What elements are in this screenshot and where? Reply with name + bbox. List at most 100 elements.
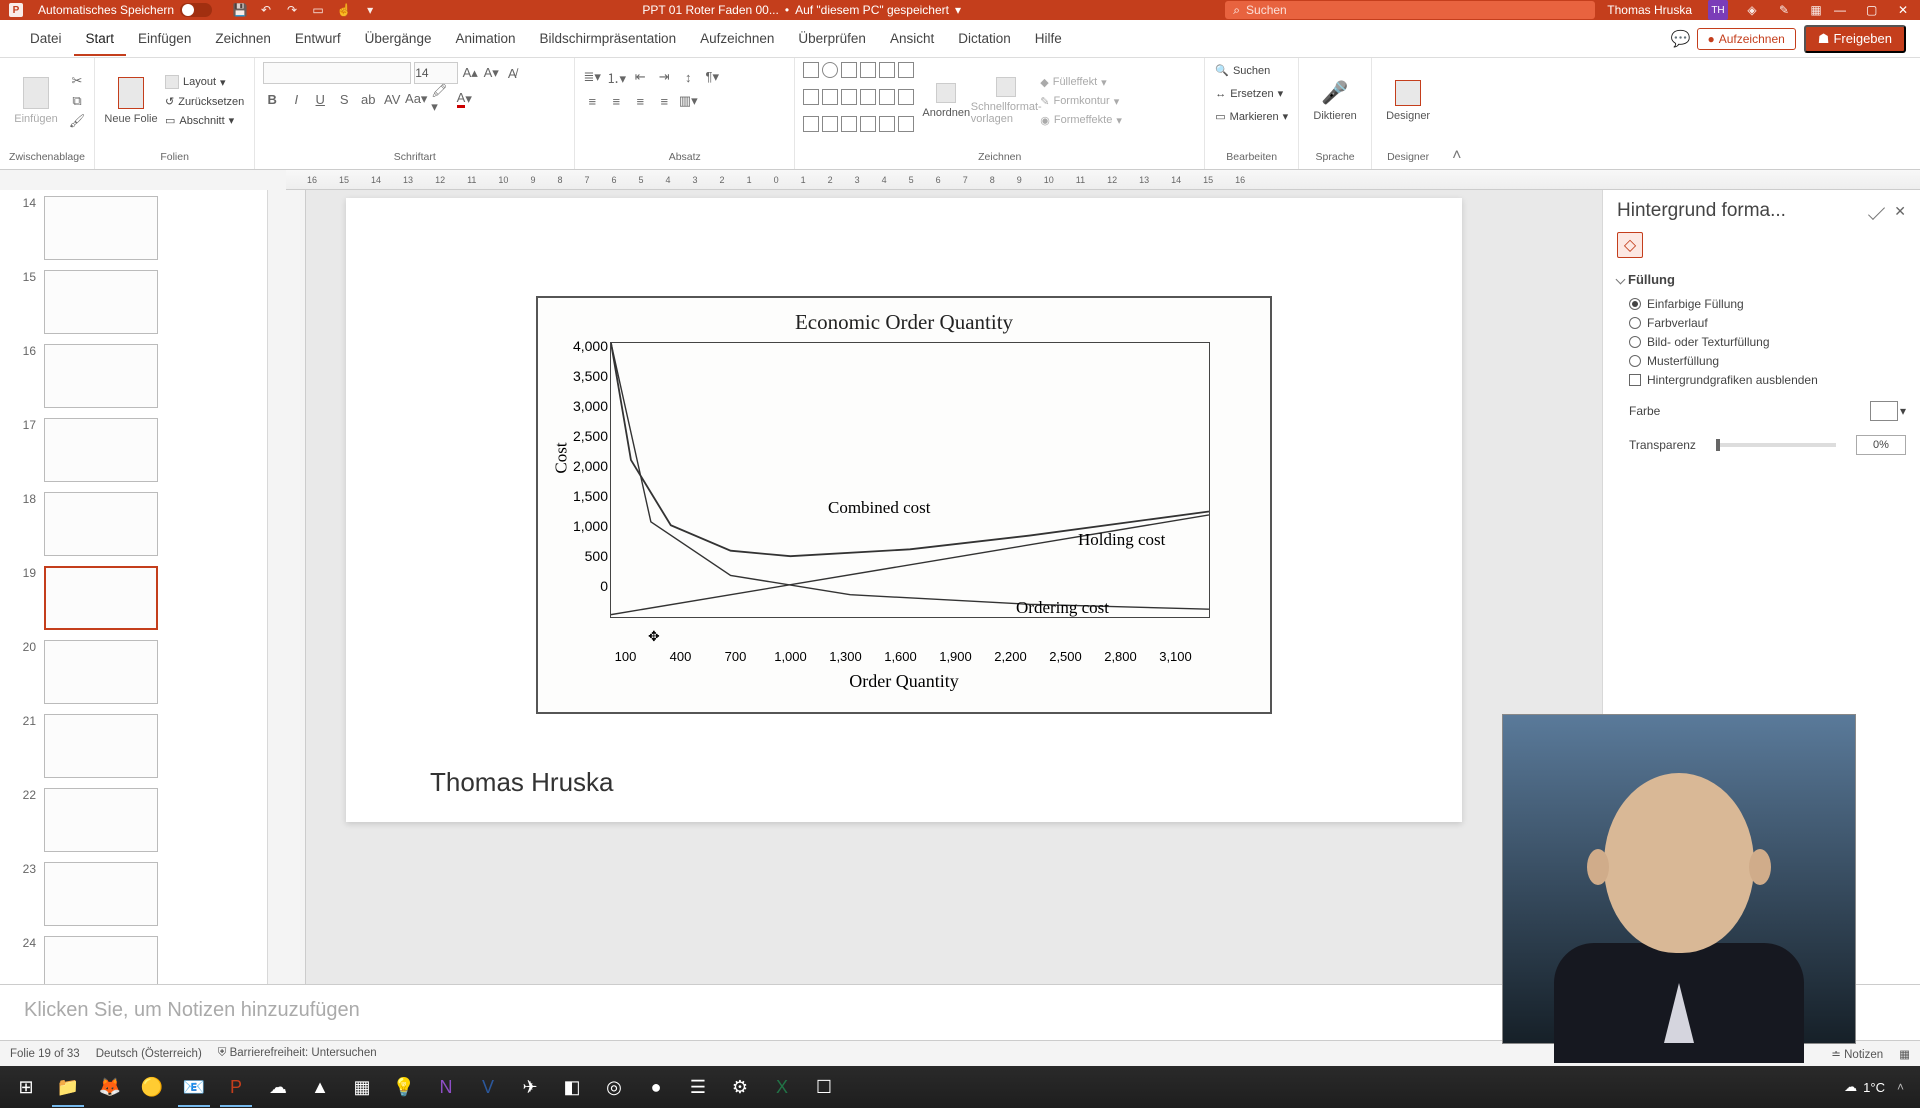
- strike-icon[interactable]: S: [335, 90, 353, 108]
- opt-picture-fill[interactable]: Bild- oder Texturfüllung: [1629, 335, 1906, 349]
- task-powerpoint[interactable]: P: [216, 1067, 256, 1107]
- task-firefox[interactable]: 🦊: [90, 1067, 130, 1107]
- underline-icon[interactable]: U: [311, 90, 329, 108]
- tab-datei[interactable]: Datei: [18, 21, 74, 56]
- outdent-icon[interactable]: ⇤: [631, 68, 649, 86]
- opt-gradient-fill[interactable]: Farbverlauf: [1629, 316, 1906, 330]
- task-app-3[interactable]: 💡: [384, 1067, 424, 1107]
- task-visio[interactable]: V: [468, 1067, 508, 1107]
- fill-tab-icon[interactable]: ◇: [1617, 232, 1643, 258]
- thumb-23[interactable]: 23: [16, 862, 251, 926]
- clear-format-icon[interactable]: A̸: [503, 64, 521, 82]
- paste-button[interactable]: Einfügen: [8, 62, 64, 140]
- pen-icon[interactable]: ✎: [1776, 2, 1792, 18]
- search-box[interactable]: ⌕: [1225, 1, 1595, 19]
- notes-toggle[interactable]: ≐ Notizen: [1831, 1047, 1883, 1061]
- italic-icon[interactable]: I: [287, 90, 305, 108]
- comments-icon[interactable]: 💬: [1673, 31, 1689, 47]
- tab-ansicht[interactable]: Ansicht: [878, 21, 946, 56]
- dictate-button[interactable]: 🎤Diktieren: [1307, 62, 1363, 140]
- grow-font-icon[interactable]: A▴: [461, 64, 479, 82]
- start-button[interactable]: ⊞: [6, 1067, 46, 1107]
- arrange-button[interactable]: Anordnen: [918, 62, 974, 140]
- user-name[interactable]: Thomas Hruska: [1607, 3, 1692, 17]
- chart-image[interactable]: Economic Order Quantity Cost 4,0003,5003…: [536, 296, 1272, 714]
- task-app-5[interactable]: ●: [636, 1067, 676, 1107]
- thumb-15[interactable]: 15: [16, 270, 251, 334]
- slide-canvas[interactable]: Economic Order Quantity Cost 4,0003,5003…: [346, 198, 1462, 822]
- close-button[interactable]: ✕: [1898, 3, 1912, 17]
- quickstyles-button[interactable]: Schnellformat-vorlagen: [978, 62, 1034, 140]
- overflow-icon[interactable]: ▾: [362, 2, 378, 18]
- thumb-20[interactable]: 20: [16, 640, 251, 704]
- task-vlc[interactable]: ▲: [300, 1067, 340, 1107]
- opt-solid-fill[interactable]: Einfarbige Füllung: [1629, 297, 1906, 311]
- font-size-input[interactable]: [414, 62, 458, 84]
- slide-counter[interactable]: Folie 19 of 33: [10, 1048, 80, 1060]
- weather-widget[interactable]: ☁ 1°C: [1844, 1079, 1885, 1095]
- spacing-icon[interactable]: AV: [383, 90, 401, 108]
- transparency-value[interactable]: 0%: [1856, 435, 1906, 455]
- layout-button[interactable]: Layout ▾: [163, 73, 246, 91]
- thumb-14[interactable]: 14: [16, 196, 251, 260]
- slideshow-icon[interactable]: ▭: [310, 2, 326, 18]
- task-app-2[interactable]: ▦: [342, 1067, 382, 1107]
- bullets-icon[interactable]: ≣▾: [583, 68, 601, 86]
- task-explorer[interactable]: 📁: [48, 1067, 88, 1107]
- maximize-button[interactable]: ▢: [1866, 3, 1880, 17]
- align-left-icon[interactable]: ≡: [583, 92, 601, 110]
- user-avatar[interactable]: TH: [1708, 0, 1728, 20]
- tab-überprüfen[interactable]: Überprüfen: [786, 21, 878, 56]
- task-app-1[interactable]: ☁: [258, 1067, 298, 1107]
- thumb-18[interactable]: 18: [16, 492, 251, 556]
- collapse-ribbon-icon[interactable]: ˄: [1444, 143, 1469, 169]
- fill-section[interactable]: Füllung: [1617, 272, 1906, 287]
- tab-hilfe[interactable]: Hilfe: [1023, 21, 1074, 56]
- shadow-icon[interactable]: ab: [359, 90, 377, 108]
- align-center-icon[interactable]: ≡: [607, 92, 625, 110]
- tab-aufzeichnen[interactable]: Aufzeichnen: [688, 21, 786, 56]
- thumb-16[interactable]: 16: [16, 344, 251, 408]
- task-excel[interactable]: X: [762, 1067, 802, 1107]
- undo-icon[interactable]: ↶: [258, 2, 274, 18]
- select-button[interactable]: ▭ Markieren ▾: [1213, 108, 1290, 125]
- redo-icon[interactable]: ↷: [284, 2, 300, 18]
- case-icon[interactable]: Aa▾: [407, 90, 425, 108]
- bold-icon[interactable]: B: [263, 90, 281, 108]
- transparency-slider[interactable]: [1716, 443, 1836, 447]
- font-name-input[interactable]: [263, 62, 411, 84]
- reset-button[interactable]: ↺Zurücksetzen: [163, 93, 246, 110]
- tab-bildschirmpräsentation[interactable]: Bildschirmpräsentation: [528, 21, 689, 56]
- tab-übergänge[interactable]: Übergänge: [353, 21, 444, 56]
- task-chrome[interactable]: 🟡: [132, 1067, 172, 1107]
- shapes-gallery[interactable]: [803, 62, 914, 140]
- shapefill-button[interactable]: ◆ Fülleffekt ▾: [1038, 74, 1124, 91]
- minimize-button[interactable]: —: [1834, 3, 1848, 17]
- tab-einfügen[interactable]: Einfügen: [126, 21, 203, 56]
- tab-entwurf[interactable]: Entwurf: [283, 21, 353, 56]
- numbers-icon[interactable]: ⒈▾: [607, 68, 625, 86]
- share-button[interactable]: ☗Freigeben: [1804, 25, 1906, 53]
- thumb-22[interactable]: 22: [16, 788, 251, 852]
- replace-button[interactable]: ↔ Ersetzen ▾: [1213, 85, 1290, 102]
- diamond-icon[interactable]: ◈: [1744, 2, 1760, 18]
- shapeeffects-button[interactable]: ◉ Formeffekte ▾: [1038, 112, 1124, 129]
- a11y-status[interactable]: ⛨ Barrierefreiheit: Untersuchen: [218, 1047, 377, 1060]
- find-button[interactable]: 🔍 Suchen: [1213, 62, 1290, 79]
- calendar-icon[interactable]: ▦: [1808, 2, 1824, 18]
- tab-animation[interactable]: Animation: [443, 21, 527, 56]
- linespace-icon[interactable]: ↕: [679, 68, 697, 86]
- slide-thumbnails[interactable]: 1415161718192021222324: [0, 190, 268, 984]
- tab-dictation[interactable]: Dictation: [946, 21, 1023, 56]
- align-right-icon[interactable]: ≡: [631, 92, 649, 110]
- view-normal-icon[interactable]: ▦: [1899, 1047, 1910, 1061]
- task-telegram[interactable]: ✈: [510, 1067, 550, 1107]
- tray-chevron-icon[interactable]: ˄: [1897, 1080, 1904, 1094]
- text-dir-icon[interactable]: ¶▾: [703, 68, 721, 86]
- task-obs[interactable]: ◎: [594, 1067, 634, 1107]
- format-painter-icon[interactable]: 🖌: [68, 112, 86, 130]
- tab-zeichnen[interactable]: Zeichnen: [203, 21, 283, 56]
- search-input[interactable]: [1246, 3, 1587, 17]
- task-app-7[interactable]: ☐: [804, 1067, 844, 1107]
- language-status[interactable]: Deutsch (Österreich): [96, 1048, 202, 1060]
